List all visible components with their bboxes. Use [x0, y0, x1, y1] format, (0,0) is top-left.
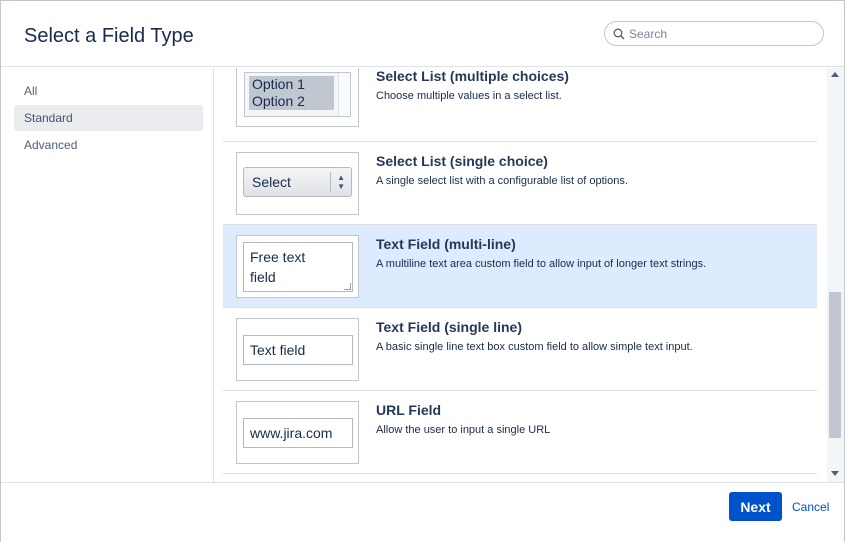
listbox-scrollbar — [338, 73, 350, 116]
dialog-title: Select a Field Type — [24, 25, 194, 47]
scroll-up-icon[interactable] — [831, 72, 839, 77]
list-scrollbar[interactable] — [827, 68, 844, 482]
multi-select-preview: Option 1 Option 2 — [244, 72, 351, 117]
field-preview: Select ▲ ▼ — [236, 152, 359, 215]
single-select-preview: Select ▲ ▼ — [243, 167, 352, 197]
field-type-description: Choose multiple values in a select list. — [376, 90, 562, 102]
sidebar-item-all[interactable]: All — [14, 78, 203, 104]
category-sidebar: All Standard Advanced — [1, 68, 214, 482]
field-type-title: Select List (single choice) — [376, 153, 548, 169]
preview-option: Option 1 — [249, 76, 334, 93]
resize-grip-icon — [344, 283, 351, 290]
sidebar-item-standard[interactable]: Standard — [14, 105, 203, 131]
text-input-preview: Text field — [243, 335, 353, 365]
cancel-link[interactable]: Cancel — [792, 500, 829, 514]
dialog-footer: Next Cancel — [1, 482, 844, 542]
sidebar-item-label: Advanced — [24, 138, 78, 152]
sidebar-item-label: All — [24, 84, 38, 98]
field-type-title: Select List (multiple choices) — [376, 68, 569, 84]
sidebar-item-advanced[interactable]: Advanced — [14, 132, 203, 158]
field-preview: Option 1 Option 2 — [236, 68, 359, 127]
search-input[interactable] — [629, 24, 817, 43]
field-type-row-url[interactable]: www.jira.com URL Field Allow the user to… — [223, 391, 817, 474]
sidebar-item-label: Standard — [24, 111, 73, 125]
field-type-description: Allow the user to input a single URL — [376, 424, 551, 436]
preview-option: Option 2 — [249, 93, 334, 110]
field-type-row-text-multiline[interactable]: Free text field Text Field (multi-line) … — [223, 225, 817, 308]
preview-select-value: Select — [252, 174, 291, 190]
field-type-title: Text Field (single line) — [376, 319, 522, 335]
select-arrows-icon: ▲ ▼ — [337, 173, 345, 191]
field-preview: www.jira.com — [236, 401, 359, 464]
field-type-row-select-multiple[interactable]: Option 1 Option 2 Select List (multiple … — [223, 68, 817, 142]
dialog-header: Select a Field Type — [1, 1, 844, 67]
scroll-down-icon[interactable] — [831, 471, 839, 476]
field-type-title: URL Field — [376, 402, 442, 418]
search-box[interactable] — [604, 21, 824, 46]
field-type-description: A basic single line text box custom fiel… — [376, 341, 693, 353]
field-type-row-select-single[interactable]: Select ▲ ▼ Select List (single choice) A … — [223, 142, 817, 225]
next-button[interactable]: Next — [729, 492, 782, 521]
field-type-description: A multiline text area custom field to al… — [376, 258, 707, 270]
textarea-preview: Free text field — [243, 242, 353, 292]
field-type-row-text-single[interactable]: Text field Text Field (single line) A ba… — [223, 308, 817, 391]
field-preview: Free text field — [236, 235, 359, 298]
preview-text-line: field — [250, 269, 276, 285]
url-input-preview: www.jira.com — [243, 418, 353, 448]
field-preview: Text field — [236, 318, 359, 381]
select-field-type-dialog: Select a Field Type All Standard Advance… — [0, 0, 845, 542]
field-type-list: Option 1 Option 2 Select List (multiple … — [215, 68, 827, 482]
scroll-thumb[interactable] — [829, 292, 841, 438]
search-icon — [613, 28, 625, 40]
field-type-description: A single select list with a configurable… — [376, 175, 628, 187]
field-type-title: Text Field (multi-line) — [376, 236, 516, 252]
preview-text-line: Free text — [250, 249, 306, 265]
select-separator — [330, 172, 331, 192]
